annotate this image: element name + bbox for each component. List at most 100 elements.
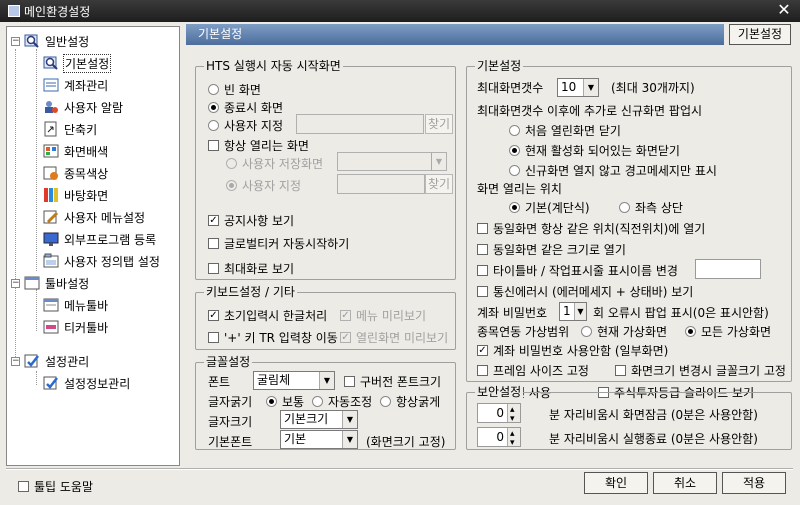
- ok-button[interactable]: 확인: [584, 472, 648, 494]
- checkbox-no-account-password[interactable]: ✓ 계좌 비밀번호 사용안함 (일부화면): [477, 342, 668, 358]
- checkbox-font-size-fix[interactable]: 화면크기 변경시 글꼴크기 고정: [615, 362, 786, 378]
- max-screens-combo[interactable]: 10 ▼: [557, 78, 599, 97]
- exit-minutes-label: 분 자리비움시 실행종료 (0분은 사용안함): [549, 431, 758, 446]
- cancel-button[interactable]: 취소: [653, 472, 717, 494]
- base-font-label: 기본폰트: [208, 434, 253, 449]
- tree-item-wallpaper[interactable]: 바탕화면: [43, 185, 108, 205]
- checkbox-global-ticker[interactable]: 글로벌티커 자동시작하기: [208, 235, 349, 251]
- radio-close-active[interactable]: 현재 활성화 되어있는 화면닫기: [509, 142, 680, 158]
- app-icon: [8, 5, 20, 17]
- tree-group-toolbar[interactable]: − 툴바설정: [11, 273, 89, 293]
- font-label: 폰트: [208, 374, 231, 389]
- wallpaper-icon: [43, 187, 59, 203]
- max-screens-label: 최대화면갯수: [477, 80, 544, 95]
- menu-toolbar-icon: [43, 297, 59, 313]
- tree-item-user-menu[interactable]: 사용자 메뉴설정: [43, 207, 145, 227]
- radio-weight-normal[interactable]: 보통: [266, 393, 304, 409]
- user-screen-field: [296, 114, 424, 134]
- footer-separator: [6, 468, 793, 470]
- stock-color-icon: [43, 165, 59, 181]
- lock-minutes-spinner[interactable]: 0: [477, 401, 521, 428]
- radio-saved-screen: 사용자 저장화면: [226, 155, 323, 171]
- checkbox-frame-size-fix[interactable]: 프레임 사이즈 고정: [477, 362, 589, 378]
- security-group: 보안설정 0 분 자리비움시 화면잠금 (0분은 사용안함) 0 분 자리비움시…: [466, 385, 792, 452]
- account-icon: [43, 77, 59, 93]
- dialog-body: − 일반설정 기본설정 계좌관리 사용자 알람 단축키 화면배색 종목색상 바탕…: [0, 22, 800, 505]
- radio-weight-auto[interactable]: 자동조정: [312, 393, 372, 409]
- tree-group-general[interactable]: − 일반설정: [11, 31, 89, 51]
- base-font-note: (화면크기 고정): [366, 434, 446, 449]
- user-screen-field-2: [337, 174, 425, 194]
- monitor-icon: [43, 231, 59, 247]
- tree-item-external-program[interactable]: 외부프로그램 등록: [43, 229, 156, 249]
- font-size-combo[interactable]: 기본크기 ▼: [280, 410, 358, 429]
- checkbox-tooltip-help[interactable]: 툴팁 도움말: [18, 478, 93, 494]
- tree-item-user-tab[interactable]: 사용자 정의탭 설정: [43, 251, 160, 271]
- checkbox-tr-key[interactable]: '+' 키 TR 입력창 이동: [208, 329, 338, 345]
- find-button-1: 찾기: [425, 114, 453, 134]
- shortcut-icon: [43, 121, 59, 137]
- settings-info-icon: [43, 375, 59, 391]
- close-icon[interactable]: ✕: [776, 2, 792, 18]
- menu-edit-icon: [43, 209, 59, 225]
- title-bar: 메인환경설정 ✕: [0, 0, 800, 22]
- tree-item-basic[interactable]: 기본설정: [43, 53, 112, 73]
- palette-icon: [43, 143, 59, 159]
- settings-tree[interactable]: − 일반설정 기본설정 계좌관리 사용자 알람 단축키 화면배색 종목색상 바탕…: [6, 26, 180, 466]
- apply-button[interactable]: 적용: [722, 472, 786, 494]
- radio-position-cascade[interactable]: 기본(계단식): [509, 199, 590, 215]
- checkbox-hangul-input[interactable]: ✓ 초기입력시 한글처리: [208, 307, 327, 323]
- max-screens-note: (최대 30개까지): [611, 80, 695, 95]
- tree-item-settings-info[interactable]: 설정정보관리: [43, 373, 130, 393]
- radio-link-all[interactable]: 모든 가상화면: [685, 323, 771, 339]
- radio-link-current[interactable]: 현재 가상화면: [581, 323, 667, 339]
- password-error-combo[interactable]: 1 ▼: [559, 302, 587, 321]
- radio-last-screen[interactable]: 종료시 화면: [208, 99, 283, 115]
- radio-weight-bold[interactable]: 항상굵게: [380, 393, 440, 409]
- tree-item-shortcut[interactable]: 단축키: [43, 119, 97, 139]
- collapse-icon: −: [11, 355, 20, 366]
- tree-item-screen-color[interactable]: 화면배색: [43, 141, 108, 161]
- user-alarm-icon: [43, 99, 59, 115]
- base-font-combo[interactable]: 기본 ▼: [280, 430, 358, 449]
- open-position-label: 화면 열리는 위치: [477, 181, 562, 196]
- keyboard-group: 키보드설정 / 기타 ✓ 초기입력시 한글처리 ✓ 메뉴 미리보기 '+' 키 TR…: [195, 285, 456, 350]
- radio-user-defined[interactable]: 사용자 지정: [208, 117, 283, 133]
- toolbar-icon: [24, 275, 40, 291]
- collapse-icon: −: [11, 277, 20, 288]
- checkbox-comm-error[interactable]: 통신에러시 (에러메세지 + 상태바) 보기: [477, 283, 693, 299]
- default-settings-button[interactable]: 기본설정: [729, 24, 791, 45]
- page-header: 기본설정: [186, 24, 724, 45]
- tree-item-stock-color[interactable]: 종목색상: [43, 163, 108, 183]
- magnifier-settings-icon: [24, 33, 40, 49]
- checkbox-open-preview: ✓ 열린화면 미리보기: [340, 330, 449, 345]
- popup-behavior-label: 최대화면갯수 이후에 추가로 신규화면 팝업시: [477, 103, 703, 118]
- tree-item-menu-toolbar[interactable]: 메뉴툴바: [43, 295, 108, 315]
- font-combo[interactable]: 굴림체 ▼: [253, 371, 335, 390]
- titlebar-name-input[interactable]: [695, 259, 761, 279]
- radio-position-top-left[interactable]: 좌측 상단: [619, 199, 683, 215]
- checkbox-maximize[interactable]: 최대화로 보기: [208, 260, 294, 276]
- tree-item-ticker-toolbar[interactable]: 티커툴바: [43, 317, 108, 337]
- tree-item-alarm[interactable]: 사용자 알람: [43, 97, 123, 117]
- tree-group-manage[interactable]: − 설정관리: [11, 351, 89, 371]
- radio-warn-only[interactable]: 신규화면 열지 않고 경고메세지만 표시: [509, 162, 717, 178]
- checkbox-titlebar-name[interactable]: 타이틀바 / 작업표시줄 표시이름 변경: [477, 262, 678, 278]
- basic-settings-group: 기본설정 최대화면갯수 10 ▼ (최대 30개까지) 최대화면갯수 이후에 추가…: [466, 59, 792, 382]
- checkbox-old-font-size[interactable]: 구버전 폰트크기: [344, 373, 441, 389]
- radio-close-first[interactable]: 처음 열린화면 닫기: [509, 122, 621, 138]
- tree-item-account[interactable]: 계좌관리: [43, 75, 108, 95]
- exit-minutes-spinner[interactable]: 0: [477, 425, 521, 452]
- checkbox-same-position[interactable]: 동일화면 항상 같은 위치(직전위치)에 열기: [477, 220, 705, 236]
- radio-blank-screen[interactable]: 빈 화면: [208, 81, 261, 97]
- checkbox-always-open[interactable]: 항상 열리는 화면: [208, 137, 309, 153]
- lock-minutes-label: 분 자리비움시 화면잠금 (0분은 사용안함): [549, 407, 758, 422]
- checkbox-same-size[interactable]: 동일화면 같은 크기로 열기: [477, 241, 626, 257]
- checkbox-notice[interactable]: ✓ 공지사항 보기: [208, 212, 294, 228]
- password-error-label: 계좌 비밀번호: [477, 305, 548, 320]
- ticker-icon: [43, 319, 59, 335]
- radio-user-defined-2: 사용자 지정: [226, 177, 301, 193]
- link-range-label: 종목연동 가상범위: [477, 324, 570, 339]
- find-button-2: 찾기: [425, 174, 453, 194]
- password-error-note: 회 오류시 팝업 표시(0은 표시안함): [593, 305, 769, 320]
